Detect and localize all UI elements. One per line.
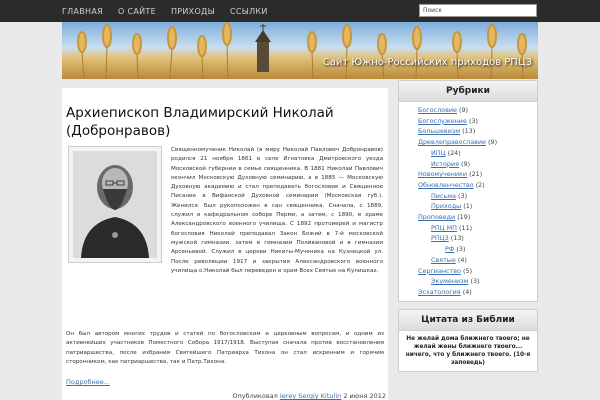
post-body-bottom: Он был автором многих трудов и статей по… (66, 331, 384, 365)
category-link[interactable]: Проповеди (418, 213, 455, 221)
category-count: (11) (459, 223, 473, 232)
bible-quote-widget: Цитата из Библии Не желай дома ближнего … (398, 308, 538, 372)
category-item: ИПЦ (24) (399, 148, 537, 159)
category-count: (13) (462, 127, 476, 136)
header-banner: Сайт Южно-Российских приходов РПЦЗ (62, 22, 538, 79)
category-link[interactable]: Богослужение (418, 117, 467, 125)
category-count: (21) (469, 170, 483, 179)
category-count: (24) (447, 148, 461, 157)
category-item: Проповеди (19) (399, 212, 537, 223)
main-menu: ГЛАВНАЯ О САЙТЕ ПРИХОДЫ ССЫЛКИ (62, 0, 283, 22)
nav-about[interactable]: О САЙТЕ (118, 7, 156, 16)
category-link[interactable]: ИПЦ (431, 149, 446, 157)
category-count: (3) (470, 277, 480, 286)
category-item: Эсхатология (4) (399, 287, 537, 298)
category-item: Сергианство (5) (399, 266, 537, 277)
church-silhouette (255, 24, 271, 72)
category-item: Большевизм (13) (399, 126, 537, 137)
category-item: Богословие (9) (399, 105, 537, 116)
wheat-field-image (77, 22, 527, 79)
site-title: Сайт Южно-Российских приходов РПЦЗ (322, 57, 532, 68)
nav-links[interactable]: ССЫЛКИ (230, 7, 268, 16)
nav-parishes[interactable]: ПРИХОДЫ (171, 7, 215, 16)
category-count: (4) (462, 287, 472, 296)
quote-title: Цитата из Библии (399, 309, 537, 331)
category-link[interactable]: Богословие (418, 106, 457, 114)
category-link[interactable]: Сергианство (418, 267, 461, 275)
category-item: Древлеправославие (9) (399, 137, 537, 148)
category-count: (19) (457, 213, 471, 222)
category-item: Святые (4) (399, 255, 537, 266)
read-more-link[interactable]: Подробнее... (66, 378, 110, 386)
post-byline: Опубликовал Ierey Sergiy Kitulin 2 июня … (232, 392, 386, 400)
quote-text: Не желай дома ближнего твоего; не желай … (405, 335, 531, 366)
author-link[interactable]: Ierey Sergiy Kitulin (280, 392, 341, 400)
category-link[interactable]: РПЦЗ (431, 234, 449, 242)
post-body-top: Священномученик Николай (в миру Николай … (171, 147, 383, 274)
category-item: РПЦЗ (13) (399, 233, 537, 244)
byline-prefix: Опубликовал (232, 392, 278, 400)
category-item: Обновленчество (2) (399, 180, 537, 191)
category-link[interactable]: Новомученики (418, 170, 467, 178)
category-count: (1) (463, 202, 473, 211)
post-title[interactable]: Архиепископ Владимирский Николай (Доброн… (66, 104, 386, 140)
category-item: Богослужение (3) (399, 116, 537, 127)
category-count: (5) (463, 266, 473, 275)
category-item: Приходы (1) (399, 201, 537, 212)
main-content: Архиепископ Владимирский Николай (Доброн… (62, 88, 388, 400)
category-link[interactable]: Экуменизм (431, 277, 468, 285)
category-link[interactable]: Древлеправославие (418, 138, 486, 146)
category-item: История (9) (399, 159, 537, 170)
category-count: (2) (475, 180, 485, 189)
category-count: (4) (457, 255, 467, 264)
sidebar: Рубрики Богословие (9) Богослужение (3) Бо… (398, 80, 538, 379)
category-list: Богословие (9) Богослужение (3) Большевизм… (399, 102, 537, 301)
category-item: Новомученики (21) (399, 169, 537, 180)
portrait-photo (68, 146, 162, 263)
category-link[interactable]: РПЦ МП (431, 224, 457, 232)
category-link[interactable]: РФ (445, 245, 454, 253)
rubrics-title: Рубрики (399, 81, 537, 102)
category-link[interactable]: Письма (431, 192, 456, 200)
category-item: РПЦ МП (11) (399, 223, 537, 234)
category-link[interactable]: Приходы (431, 202, 461, 210)
post-date: 2 июня 2012 (343, 392, 386, 400)
rubrics-widget: Рубрики Богословие (9) Богослужение (3) Бо… (398, 80, 538, 302)
category-link[interactable]: Святые (431, 256, 456, 264)
category-link[interactable]: Большевизм (418, 127, 460, 135)
category-count: (3) (456, 245, 466, 254)
category-count: (9) (461, 159, 471, 168)
category-count: (9) (488, 138, 498, 147)
category-link[interactable]: История (431, 160, 459, 168)
category-item: Экуменизм (3) (399, 276, 537, 287)
category-count: (3) (458, 191, 468, 200)
category-link[interactable]: Эсхатология (418, 288, 461, 296)
category-count: (13) (450, 234, 464, 243)
category-link[interactable]: Обновленчество (418, 181, 474, 189)
nav-home[interactable]: ГЛАВНАЯ (62, 7, 103, 16)
category-item: Письма (3) (399, 191, 537, 202)
category-count: (3) (468, 116, 479, 125)
category-count: (9) (458, 106, 469, 114)
top-navigation-bar: ГЛАВНАЯ О САЙТЕ ПРИХОДЫ ССЫЛКИ (0, 0, 600, 22)
category-item: РФ (3) (399, 244, 537, 255)
search-input[interactable] (419, 4, 537, 17)
